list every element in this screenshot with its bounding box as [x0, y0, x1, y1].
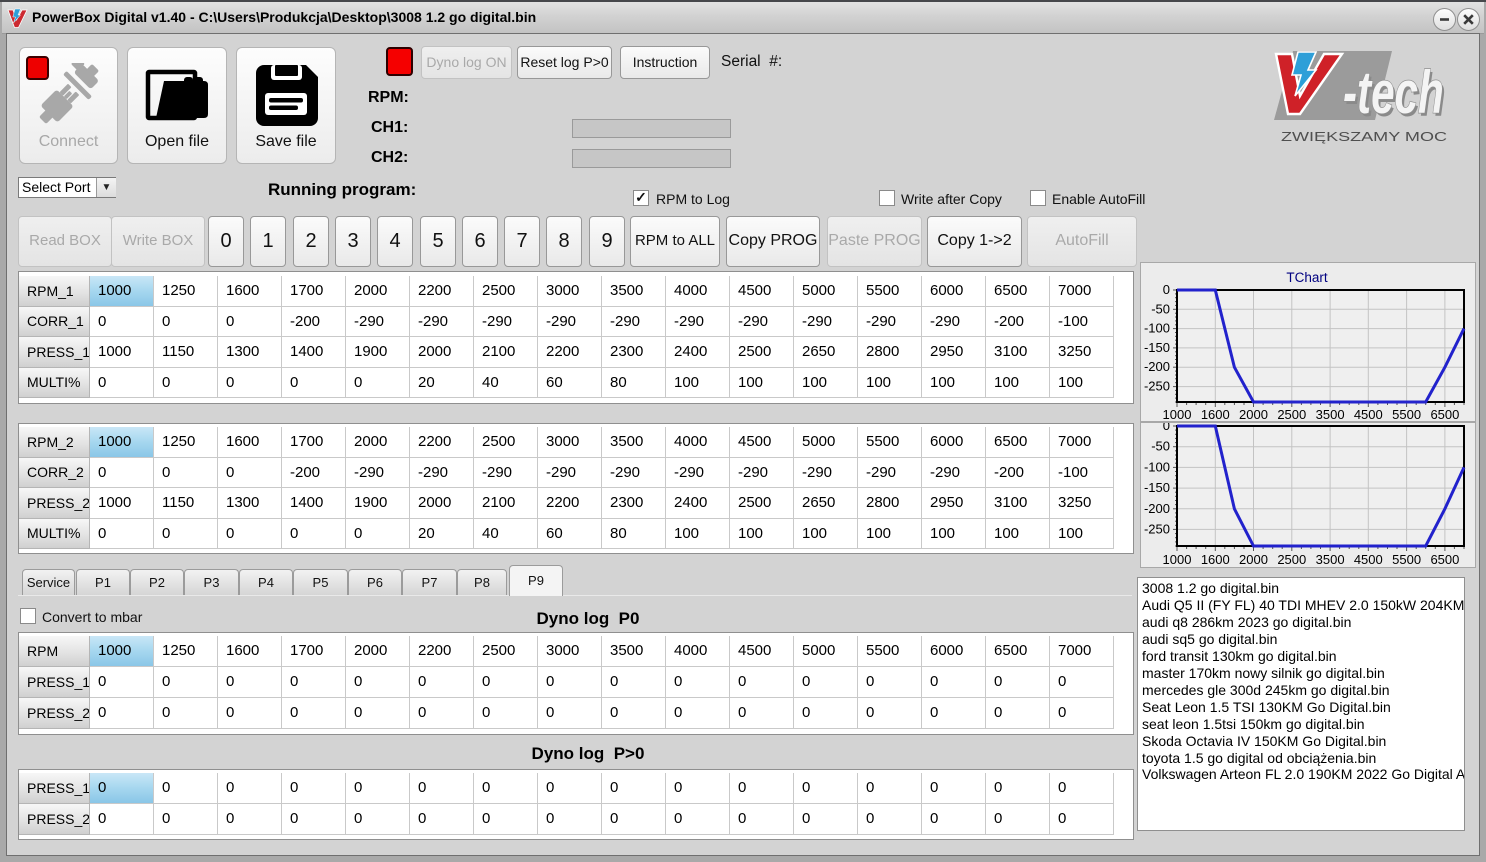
svg-text:1600: 1600 [1201, 407, 1230, 421]
svg-text:3500: 3500 [1316, 407, 1345, 421]
svg-text:-250: -250 [1144, 521, 1170, 536]
svg-text:5500: 5500 [1392, 552, 1421, 567]
svg-text:0: 0 [1163, 282, 1170, 297]
svg-text:4500: 4500 [1354, 407, 1383, 421]
svg-text:1000: 1000 [1163, 407, 1192, 421]
svg-text:TChart: TChart [1286, 270, 1328, 285]
svg-text:-tech: -tech [1343, 60, 1444, 127]
svg-text:3500: 3500 [1316, 552, 1345, 567]
svg-text:6500: 6500 [1430, 552, 1459, 567]
svg-text:-50: -50 [1151, 301, 1170, 316]
svg-text:-200: -200 [1144, 501, 1170, 516]
svg-text:0: 0 [1163, 423, 1170, 433]
svg-text:-150: -150 [1144, 480, 1170, 495]
svg-text:2000: 2000 [1239, 552, 1268, 567]
svg-text:-100: -100 [1144, 459, 1170, 474]
svg-text:1000: 1000 [1163, 552, 1192, 567]
svg-text:-200: -200 [1144, 359, 1170, 374]
svg-text:-100: -100 [1144, 321, 1170, 336]
svg-text:2500: 2500 [1277, 407, 1306, 421]
svg-text:4500: 4500 [1354, 552, 1383, 567]
svg-text:1600: 1600 [1201, 552, 1230, 567]
svg-text:5500: 5500 [1392, 407, 1421, 421]
svg-text:6500: 6500 [1430, 407, 1459, 421]
svg-text:-150: -150 [1144, 340, 1170, 355]
svg-text:2500: 2500 [1277, 552, 1306, 567]
svg-text:-250: -250 [1144, 379, 1170, 394]
svg-text:-50: -50 [1151, 439, 1170, 454]
svg-text:2000: 2000 [1239, 407, 1268, 421]
svg-text:ZWIĘKSZAMY MOC: ZWIĘKSZAMY MOC [1281, 129, 1447, 144]
